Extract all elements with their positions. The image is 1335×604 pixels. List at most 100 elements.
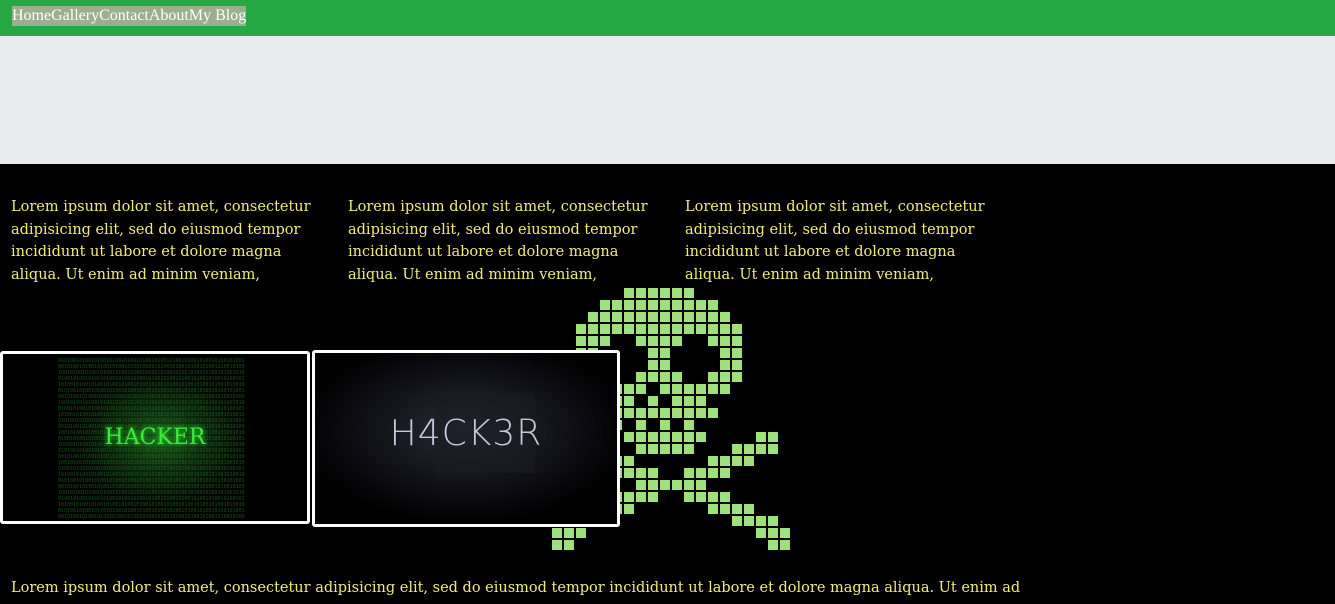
skull-pixel [624,300,634,310]
skull-pixel [780,528,790,538]
text-column-3: Lorem ipsum dolor sit amet, consectetur … [685,199,985,283]
skull-pixel [720,312,730,322]
skull-pixel [684,396,694,406]
skull-pixel [636,468,646,478]
skull-pixel [660,432,670,442]
gallery-image-hacker[interactable]: 0101001010010100101001010010100101001010… [0,351,310,524]
skull-pixel [720,348,730,358]
nav-link-about[interactable]: About [149,7,189,25]
skull-pixel [660,360,670,370]
nav-link-contact[interactable]: Contact [99,7,149,25]
skull-pixel [576,528,586,538]
skull-pixel [720,456,730,466]
skull-pixel [648,312,658,322]
skull-pixel [624,432,634,442]
skull-pixel [672,288,682,298]
skull-pixel [708,504,718,514]
hero-banner [0,36,1335,164]
skull-pixel [648,324,658,334]
skull-pixel [648,360,658,370]
nav-link-my-blog[interactable]: My Blog [189,7,246,25]
skull-pixel [588,324,598,334]
skull-pixel [648,444,658,454]
gallery-image-h4ck3r[interactable]: H4CK3R [312,350,620,527]
skull-pixel [624,456,634,466]
skull-pixel [636,324,646,334]
skull-pixel [780,540,790,550]
skull-pixel [696,324,706,334]
skull-pixel [756,444,766,454]
skull-pixel [636,408,646,418]
skull-pixel [708,336,718,346]
nav-link-home[interactable]: Home [12,7,51,25]
skull-pixel [672,480,682,490]
footer-paragraph: Lorem ipsum dolor sit amet, consectetur … [11,580,1021,596]
skull-pixel [636,288,646,298]
skull-pixel [612,300,622,310]
skull-pixel [684,492,694,502]
top-navbar: Home Gallery Contact About My Blog [0,0,1335,36]
skull-pixel [624,504,634,514]
skull-pixel [636,336,646,346]
skull-pixel [672,384,682,394]
skull-pixel [684,420,694,430]
skull-pixel [660,408,670,418]
skull-pixel [696,492,706,502]
skull-pixel [768,516,778,526]
skull-pixel [660,324,670,334]
skull-pixel [732,348,742,358]
nav-link-gallery[interactable]: Gallery [51,7,99,25]
skull-pixel [696,468,706,478]
skull-pixel [672,324,682,334]
skull-pixel [696,300,706,310]
skull-pixel [708,372,718,382]
skull-pixel [696,396,706,406]
skull-pixel [720,492,730,502]
skull-pixel [768,444,778,454]
skull-pixel [636,420,646,430]
skull-pixel [588,312,598,322]
nav-links: Home Gallery Contact About My Blog [12,6,247,26]
skull-pixel [648,336,658,346]
skull-pixel [720,336,730,346]
skull-pixel [624,384,634,394]
text-column-1: Lorem ipsum dolor sit amet, consectetur … [11,199,311,283]
skull-pixel [732,324,742,334]
h4ck3r-title: H4CK3R [389,413,543,454]
skull-pixel [744,456,754,466]
skull-pixel [648,288,658,298]
skull-pixel [648,408,658,418]
skull-pixel [552,528,562,538]
skull-pixel [564,528,574,538]
skull-pixel [732,372,742,382]
skull-pixel [624,408,634,418]
skull-pixel [648,432,658,442]
skull-pixel [660,384,670,394]
skull-pixel [636,312,646,322]
skull-pixel [660,348,670,358]
skull-pixel [756,516,766,526]
hacker-title: HACKER [104,425,206,450]
skull-pixel [660,288,670,298]
skull-pixel [684,432,694,442]
skull-pixel [720,360,730,370]
skull-pixel [732,456,742,466]
text-column-2: Lorem ipsum dolor sit amet, consectetur … [348,199,648,283]
skull-pixel [600,324,610,334]
skull-pixel [744,516,754,526]
skull-pixel [636,384,646,394]
skull-pixel [720,384,730,394]
skull-pixel [576,336,586,346]
skull-pixel [720,468,730,478]
skull-pixel [732,336,742,346]
skull-pixel [576,324,586,334]
skull-pixel [708,312,718,322]
skull-pixel [708,384,718,394]
skull-pixel [672,312,682,322]
skull-pixel [648,492,658,502]
skull-pixel [768,432,778,442]
skull-pixel [672,396,682,406]
skull-pixel [636,372,646,382]
skull-pixel [636,432,646,442]
skull-pixel [732,516,742,526]
